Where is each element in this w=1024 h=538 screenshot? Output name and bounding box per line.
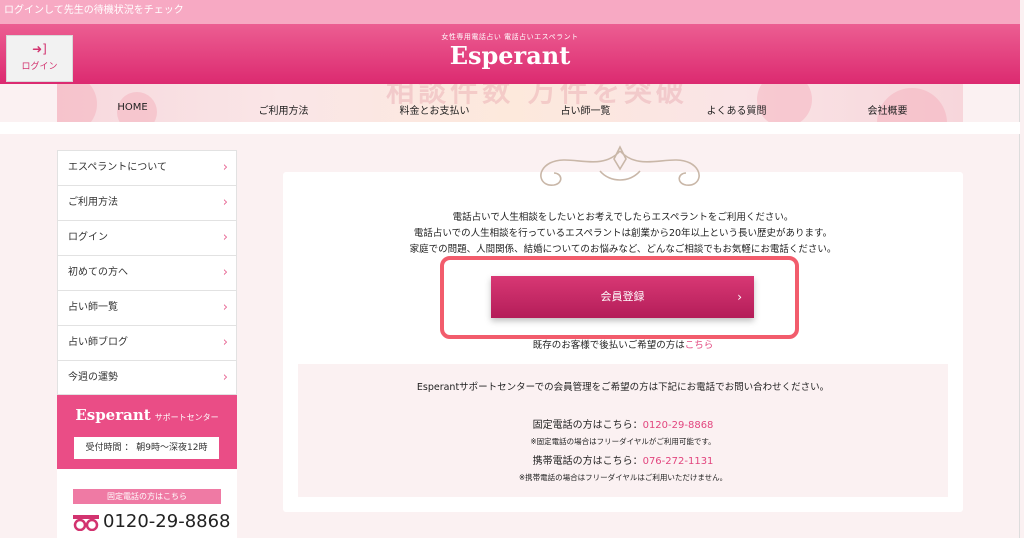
support-brand: Esperant <box>75 406 151 424</box>
support-title: Esperant サポートセンター <box>57 405 237 424</box>
chevron-right-icon: › <box>222 195 228 210</box>
support-info-box: Esperantサポートセンターでの会員管理をご希望の方は下記にお電話でお問い合… <box>298 364 948 497</box>
chevron-right-icon: › <box>222 160 228 175</box>
nav-company[interactable]: 会社概要 <box>812 102 963 117</box>
chevron-right-icon: › <box>222 230 228 245</box>
intro-line-1: 電話占いで人生相談をしたいとお考えでしたらエスペラントをご利用ください。 <box>452 212 794 223</box>
ornament-icon <box>540 145 700 186</box>
fixed-phone-text: 固定電話の方はこちら： <box>532 420 643 431</box>
sidebar-item-blog[interactable]: 占い師ブログ › <box>57 325 237 360</box>
sidebar-item-label: ご利用方法 <box>68 197 118 208</box>
sidebar-item-fortune-tellers[interactable]: 占い師一覧 › <box>57 290 237 325</box>
intro-text: 電話占いで人生相談をしたいとお考えでしたらエスペラントをご利用ください。 電話占… <box>283 210 963 258</box>
support-info-heading: Esperantサポートセンターでの会員管理をご希望の方は下記にお電話でお問い合… <box>416 382 830 393</box>
mobile-phone-line: 携帯電話の方はこちら：076-272-1131 <box>298 452 948 467</box>
sidebar-menu: エスペラントについて › ご利用方法 › ログイン › 初めての方へ › 占い師一覧 › … <box>57 150 237 395</box>
sidebar-item-label: 今週の運勢 <box>68 372 118 383</box>
login-check-text[interactable]: ログインして先生の待機状況をチェック <box>4 5 184 16</box>
chevron-right-icon: › <box>222 300 228 315</box>
sidebar-item-label: ログイン <box>68 232 108 243</box>
sidebar-item-label: 占い師ブログ <box>68 337 128 348</box>
support-suffix: サポートセンター <box>154 413 219 422</box>
support-hours: 受付時間 ： 朝9時〜深夜12時 <box>74 437 219 459</box>
support-phone-box: 固定電話の方はこちら 0120-29-8868 <box>57 469 237 538</box>
nav-usage[interactable]: ご利用方法 <box>208 102 359 117</box>
nav-home[interactable]: HOME <box>57 102 208 117</box>
mobile-phone-text: 携帯電話の方はこちら： <box>532 456 643 467</box>
fixed-phone-line: 固定電話の方はこちら：0120-29-8868 <box>298 416 948 431</box>
existing-customer-link[interactable]: こちら <box>685 340 714 351</box>
fixed-phone-label: 固定電話の方はこちら <box>73 489 221 504</box>
login-check-bar[interactable]: ログインして先生の待機状況をチェック <box>0 0 1020 24</box>
mobile-phone-note: ※携帯電話の場合はフリーダイヤルはご利用いただけません。 <box>518 473 728 482</box>
sidebar-phone-number[interactable]: 0120-29-8868 <box>103 511 231 532</box>
nav-pricing[interactable]: 料金とお支払い <box>359 102 510 117</box>
chevron-right-icon: › <box>222 335 228 350</box>
sidebar-item-about[interactable]: エスペラントについて › <box>57 150 237 185</box>
intro-line-2: 電話占いでの人生相談を行っているエスペラントは創業から20年以上という長い歴史が… <box>413 228 833 239</box>
chevron-right-icon: › <box>222 265 228 280</box>
main-nav: HOME ご利用方法 料金とお支払い 占い師一覧 よくある質問 会社概要 <box>57 102 963 117</box>
highlight-box <box>440 256 799 339</box>
brand-logo[interactable]: Esperant <box>0 41 1020 70</box>
sidebar-item-horoscope[interactable]: 今週の運勢 › <box>57 360 237 395</box>
nav-fortune-tellers[interactable]: 占い師一覧 <box>510 102 661 117</box>
sidebar-item-beginners[interactable]: 初めての方へ › <box>57 255 237 290</box>
mobile-phone-number[interactable]: 076-272-1131 <box>643 456 714 467</box>
existing-customer-line: 既存のお客様で後払いご希望の方はこちら <box>283 337 963 351</box>
sidebar-item-label: エスペラントについて <box>68 162 167 173</box>
sidebar-item-label: 初めての方へ <box>68 267 128 278</box>
header: ➜] ログイン 女性専用電話占い 電話占いエスペラント Esperant <box>0 24 1020 84</box>
divider-band <box>0 122 1020 134</box>
existing-customer-text: 既存のお客様で後払いご希望の方は <box>532 340 685 351</box>
page: ログインして先生の待機状況をチェック ➜] ログイン 女性専用電話占い 電話占い… <box>0 0 1020 538</box>
sidebar-item-label: 占い師一覧 <box>68 302 118 313</box>
nav-faq[interactable]: よくある質問 <box>661 102 812 117</box>
sidebar-item-login[interactable]: ログイン › <box>57 220 237 255</box>
fixed-phone-note: ※固定電話の場合はフリーダイヤルがご利用可能です。 <box>530 437 716 446</box>
chevron-right-icon: › <box>222 370 228 385</box>
support-center-box: Esperant サポートセンター 受付時間 ： 朝9時〜深夜12時 <box>57 395 237 469</box>
fixed-phone-number[interactable]: 0120-29-8868 <box>643 420 714 431</box>
freedial-icon <box>73 515 99 531</box>
sidebar-item-usage[interactable]: ご利用方法 › <box>57 185 237 220</box>
